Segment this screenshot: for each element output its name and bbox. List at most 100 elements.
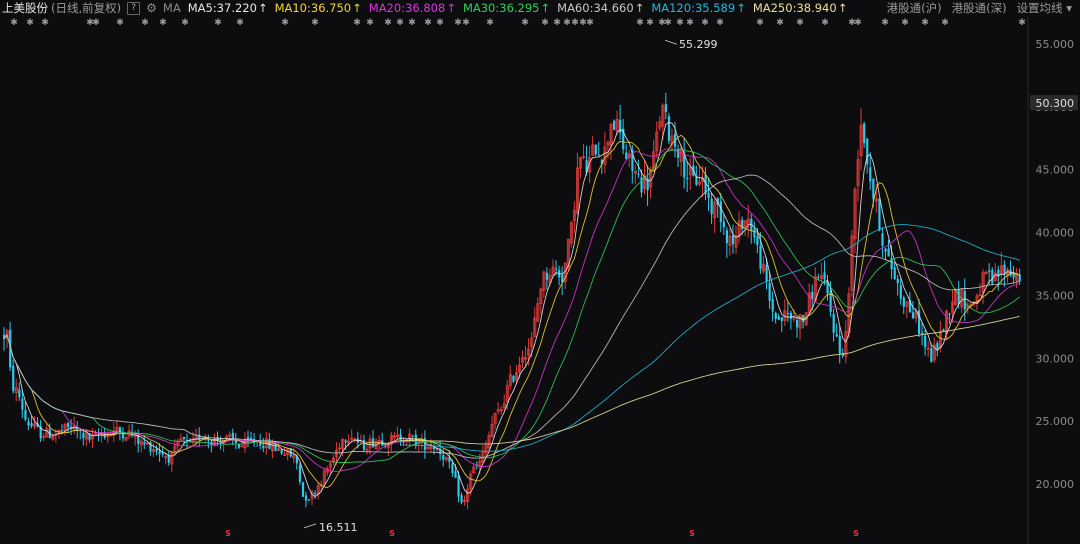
event-marker-icon: ✱ [408,18,416,28]
ma-settings-button[interactable]: 设置均线 ▾ [1017,0,1072,16]
event-marker-icon: ✱ [26,18,34,28]
event-marker-icon: ✱ [353,18,361,28]
candle-body [545,272,549,280]
candle-body [24,409,27,420]
candle-body [512,375,515,382]
trend-arrow-icon: ↑ [257,1,268,15]
candle-body [835,333,838,337]
candle-body [881,233,884,246]
ma-value: MA30:36.295 [462,1,540,15]
event-marker-icon: ✱ [281,18,289,28]
event-marker-icon: ✱ [214,18,222,28]
ma-legend-item: MA30:36.295↑ [463,1,550,15]
candle-body [280,449,283,454]
event-marker-icon: ✱ [454,18,462,28]
candle-body [780,317,783,322]
candle-body [771,298,774,312]
candle-body [158,451,161,454]
help-icon[interactable]: ? [127,1,141,15]
candle-body [27,421,30,426]
candle-body [988,270,991,273]
gear-icon[interactable]: ⚙ [146,1,157,15]
candle-body [759,245,762,269]
candle-body [143,442,146,445]
event-marker-icon: ✱ [676,18,684,28]
candle-body [457,476,460,497]
candle-body [344,440,347,443]
ma-line-ma10 [3,134,1020,488]
trend-arrow-icon: ↑ [352,1,362,15]
event-marker-icon: ✱ [921,18,929,28]
candle-body [741,219,744,230]
high-pointer [664,39,678,45]
event-marker-icon: ✱ [384,18,392,28]
ma-value: MA120:35.589 [651,1,736,15]
candle-body [957,289,960,304]
candle-body [667,116,671,141]
y-tick-label: 30.000 [1036,352,1075,365]
y-tick-label: 55.000 [1036,38,1075,51]
ma-legend-item: MA250:38.940↑ [753,1,848,15]
link-hk-connect-sz[interactable]: 港股通(深) [952,0,1007,16]
candle-body [991,269,994,284]
candle-body [664,104,668,112]
ma-value: MA60:34.660 [557,1,634,15]
candle-body [304,495,308,501]
y-tick-label: 20.000 [1036,478,1075,491]
event-marker-icon: ✱ [424,18,432,28]
event-marker-icon: ✱ [553,18,561,28]
ma-label: MA [162,1,181,15]
candle-body [594,144,597,155]
event-marker-icon: ✱ [646,18,654,28]
adjust-mode[interactable]: (日线,前复权) [51,0,121,16]
event-marker-icon: ✱ [1018,18,1026,28]
candle-body [811,291,814,299]
event-marker-icon: ✱ [686,18,694,28]
candle-body [460,495,463,503]
split-marker-icon: S [689,529,695,538]
split-marker-icon: S [853,529,859,538]
ma-legend-item: MA10:36.750↑ [275,1,362,15]
event-marker-icon: ✱ [236,18,244,28]
candle-body [963,290,966,310]
y-tick-label: 35.000 [1036,289,1075,302]
ma-legend-item: MA60:34.660↑ [557,1,644,15]
candle-body [796,320,799,328]
candle-body [725,230,729,244]
candle-body [838,335,841,354]
event-marker-icon: ✱ [664,18,672,28]
candle-body [765,265,768,282]
stock-name[interactable]: 上美股份 [2,0,48,16]
candle-body [314,492,317,495]
candle-body [411,435,414,437]
event-marker-icon: ✱ [701,18,709,28]
candle-body [731,235,735,244]
candle-body [677,149,680,158]
trend-arrow-icon: ↑ [736,1,746,15]
y-tick-label: 40.000 [1036,227,1075,240]
candle-body [30,423,33,427]
event-marker-icon: ✱ [756,18,764,28]
candle-body [924,335,927,348]
ma-line-ma120 [400,224,1020,452]
candle-body [722,221,725,228]
header-links: 港股通(沪) 港股通(深) 设置均线 ▾ [877,0,1072,16]
event-marker-icon: ✱ [563,18,571,28]
link-hk-connect-sh[interactable]: 港股通(沪) [887,0,942,16]
candle-body [896,278,899,284]
candle-body [454,471,457,478]
split-marker-icon: S [389,529,395,538]
candlestick-chart[interactable]: 55.00050.00045.00040.00035.00030.00025.0… [0,16,1080,544]
candle-body [872,178,875,200]
candle-body [887,248,890,257]
event-marker-icon: ✱ [796,18,804,28]
candle-body [301,482,305,497]
candle-body [832,313,835,333]
candle-body [942,329,945,331]
candle-body [863,123,866,144]
candle-body [262,446,265,449]
event-marker-icon: ✱ [10,18,18,28]
event-marker-icon: ✱ [181,18,189,28]
candle-body [753,229,756,238]
candle-body [686,178,689,180]
